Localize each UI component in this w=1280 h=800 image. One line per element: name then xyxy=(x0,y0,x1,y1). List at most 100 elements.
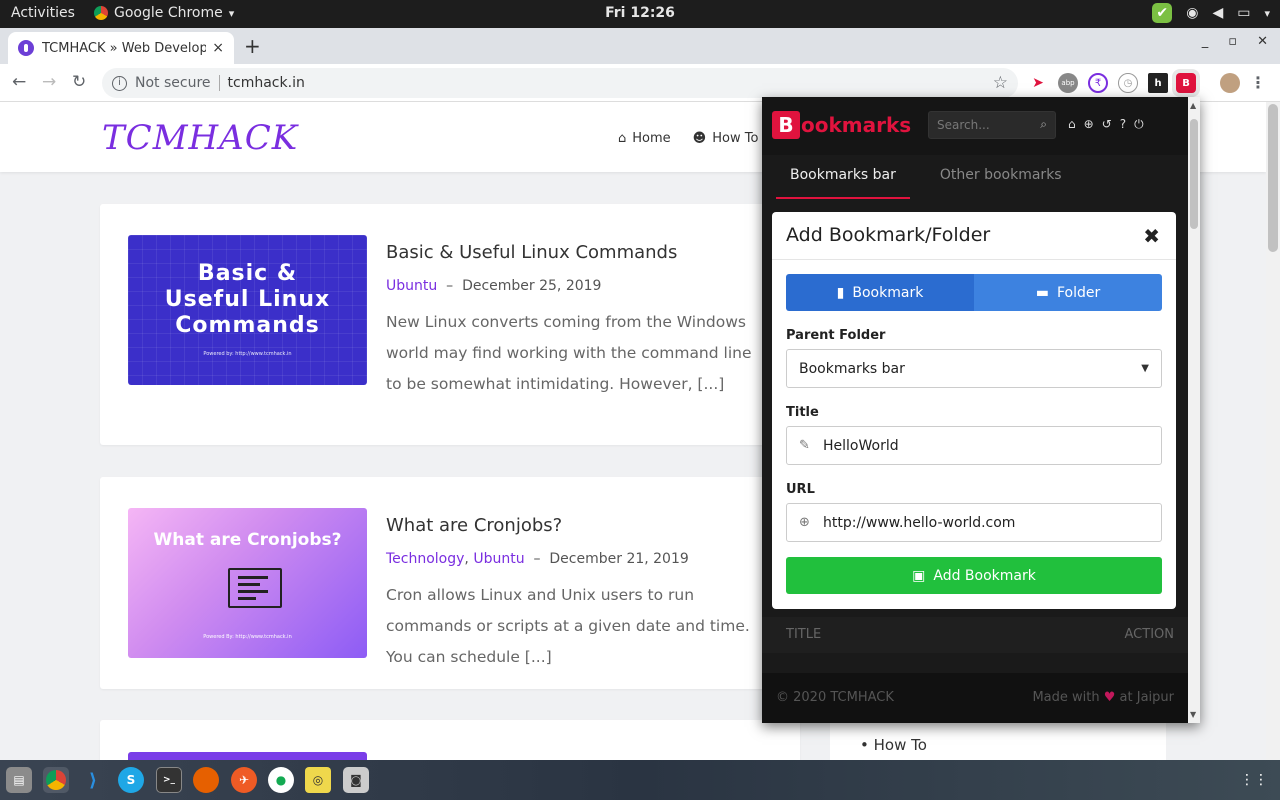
bookmark-search-input[interactable]: Search... ⌕ xyxy=(928,111,1056,139)
chrome-menu-icon[interactable]: ⋮ xyxy=(1250,73,1266,92)
caret-down-icon[interactable]: ▾ xyxy=(1264,7,1270,20)
maximize-button[interactable]: ▫ xyxy=(1228,34,1237,49)
postman-icon[interactable]: ✈ xyxy=(231,767,257,793)
popup-header: B ookmarks Search... ⌕ ⌂ ⊕ ↺ ? ⏻ xyxy=(762,97,1188,155)
bookmark-type-button[interactable]: ▮ Bookmark xyxy=(786,274,974,311)
extension-clock-icon[interactable]: ◷ xyxy=(1118,73,1138,93)
history-icon[interactable]: ↺ xyxy=(1102,117,1112,132)
post-meta: Ubuntu – December 25, 2019 xyxy=(386,278,601,294)
title-label: Title xyxy=(786,405,819,420)
nav-item-home[interactable]: ⌂ Home xyxy=(618,131,671,146)
extension-bookmarks-icon[interactable]: B xyxy=(1176,73,1196,93)
heart-icon: ♥ xyxy=(1103,690,1116,705)
add-bookmark-button[interactable]: ▣ Add Bookmark xyxy=(786,557,1162,594)
post-category[interactable]: Ubuntu xyxy=(386,278,437,294)
logo-word: ookmarks xyxy=(801,113,912,137)
tab-other-bookmarks[interactable]: Other bookmarks xyxy=(940,155,1062,199)
popup-scrollbar[interactable]: ▲ ▼ xyxy=(1188,97,1200,723)
url-input-value: http://www.hello-world.com xyxy=(823,514,1016,531)
post-title[interactable]: What are Cronjobs? xyxy=(386,515,562,536)
new-tab-button[interactable]: + xyxy=(244,34,261,58)
close-window-button[interactable]: ✕ xyxy=(1257,34,1268,49)
site-logo[interactable]: TCMHACK xyxy=(102,118,298,158)
extension-arrow-icon[interactable]: ➤ xyxy=(1028,73,1048,93)
security-label[interactable]: Not secure xyxy=(135,75,211,91)
divider xyxy=(218,75,220,91)
close-tab-icon[interactable]: × xyxy=(212,40,224,56)
close-icon[interactable]: ✖ xyxy=(1143,224,1160,248)
screenshot-icon[interactable]: ◙ xyxy=(343,767,369,793)
reload-icon[interactable]: ↻ xyxy=(72,72,86,92)
battery-icon[interactable]: ▭ xyxy=(1237,5,1250,21)
scroll-down-icon[interactable]: ▼ xyxy=(1190,710,1196,719)
post-title[interactable]: Basic & Useful Linux Commands xyxy=(386,242,677,263)
modal-header: Add Bookmark/Folder ✖ xyxy=(772,212,1176,260)
type-toggle: ▮ Bookmark ▬ Folder xyxy=(786,274,1162,311)
forward-arrow-icon[interactable]: → xyxy=(42,72,56,92)
post-category[interactable]: Technology xyxy=(386,551,464,567)
scrollbar-thumb[interactable] xyxy=(1268,104,1278,252)
folder-type-label: Folder xyxy=(1056,284,1101,301)
taskbar: ▤ ⟩ S >_ ✈ ● ◎ ◙ ⋮⋮ xyxy=(0,760,1280,800)
extension-h-icon[interactable]: h xyxy=(1148,73,1168,93)
wifi-icon[interactable]: ◉ xyxy=(1186,5,1198,21)
files-icon[interactable]: ▤ xyxy=(6,767,32,793)
skype-icon[interactable]: S xyxy=(118,767,144,793)
bookmark-table-header: TITLE ACTION xyxy=(762,617,1188,653)
post-thumbnail[interactable]: What are Cronjobs? Powered By: http://ww… xyxy=(128,508,367,658)
help-icon[interactable]: ? xyxy=(1120,117,1126,132)
popup-toolbar-icons: ⌂ ⊕ ↺ ? ⏻ xyxy=(1068,117,1144,132)
back-arrow-icon[interactable]: ← xyxy=(12,72,26,92)
system-tray[interactable]: ✔ ◉ ◀ ▭ ▾ xyxy=(1152,3,1270,23)
checkmark-icon[interactable]: ✔ xyxy=(1152,3,1173,23)
vscode-icon[interactable]: ⟩ xyxy=(80,767,106,793)
chrome-icon[interactable] xyxy=(43,767,69,793)
post-thumbnail[interactable]: Basic & Useful Linux Commands Powered by… xyxy=(128,235,367,385)
nav-item-how-to[interactable]: ☻ How To xyxy=(693,131,759,146)
add-bookmark-modal: Add Bookmark/Folder ✖ ▮ Bookmark ▬ Folde… xyxy=(772,212,1176,609)
parent-folder-value: Bookmarks bar xyxy=(799,360,905,377)
extension-rupee-icon[interactable]: ₹ xyxy=(1088,73,1108,93)
firefox-icon[interactable] xyxy=(193,767,219,793)
system-top-bar: Activities Google Chrome ▾ Fri 12:26 ✔ ◉… xyxy=(0,0,1280,28)
power-icon[interactable]: ⏻ xyxy=(1134,117,1144,132)
page-scrollbar[interactable] xyxy=(1266,102,1280,760)
bookmarks-extension-popup: B ookmarks Search... ⌕ ⌂ ⊕ ↺ ? ⏻ Bookmar… xyxy=(762,97,1200,723)
home-icon[interactable]: ⌂ xyxy=(1068,117,1076,132)
minimize-button[interactable]: _ xyxy=(1202,34,1209,49)
info-icon[interactable]: i xyxy=(112,75,127,91)
popup-scrollbar-thumb[interactable] xyxy=(1190,119,1198,229)
category-comma: , xyxy=(464,551,474,567)
extension-abp-icon[interactable]: abp xyxy=(1058,73,1078,93)
tab-bookmarks-bar[interactable]: Bookmarks bar xyxy=(776,155,910,199)
post-excerpt: New Linux converts coming from the Windo… xyxy=(386,313,752,393)
volume-icon[interactable]: ◀ xyxy=(1212,5,1223,21)
thumbnail-line: Commands xyxy=(175,313,320,338)
profile-avatar[interactable] xyxy=(1220,73,1240,93)
add-circle-icon[interactable]: ⊕ xyxy=(1084,117,1094,132)
robo3t-icon[interactable]: ◎ xyxy=(305,767,331,793)
star-icon[interactable]: ☆ xyxy=(993,73,1008,93)
post-category[interactable]: Ubuntu xyxy=(473,551,524,567)
title-input-value: HelloWorld xyxy=(823,437,899,454)
footer-text: Made with xyxy=(1032,690,1100,705)
popup-footer: © 2020 TCMHACK Made with ♥ at Jaipur xyxy=(762,673,1188,723)
sidebar-item-how-to[interactable]: • How To xyxy=(860,736,927,754)
url-input[interactable]: ⊕ http://www.hello-world.com xyxy=(786,503,1162,542)
scroll-up-icon[interactable]: ▲ xyxy=(1190,101,1196,110)
mongodb-icon[interactable]: ● xyxy=(268,767,294,793)
show-apps-icon[interactable]: ⋮⋮ xyxy=(1240,772,1268,788)
clock[interactable]: Fri 12:26 xyxy=(0,5,1280,21)
bookmark-tabs: Bookmarks bar Other bookmarks xyxy=(776,155,1062,199)
search-icon[interactable]: ⌕ xyxy=(1040,117,1047,132)
title-input[interactable]: ✎ HelloWorld xyxy=(786,426,1162,465)
parent-folder-label: Parent Folder xyxy=(786,328,886,343)
folder-type-button[interactable]: ▬ Folder xyxy=(974,274,1162,311)
url-text[interactable]: tcmhack.in xyxy=(228,75,305,91)
address-bar[interactable]: i Not secure tcmhack.in ☆ xyxy=(102,68,1018,98)
parent-folder-select[interactable]: Bookmarks bar ▼ xyxy=(786,349,1162,388)
terminal-icon[interactable]: >_ xyxy=(156,767,182,793)
post-thumbnail[interactable] xyxy=(128,752,367,760)
footer-text: at Jaipur xyxy=(1119,690,1174,705)
browser-tab[interactable]: TCMHACK » Web Developer × xyxy=(8,32,234,64)
